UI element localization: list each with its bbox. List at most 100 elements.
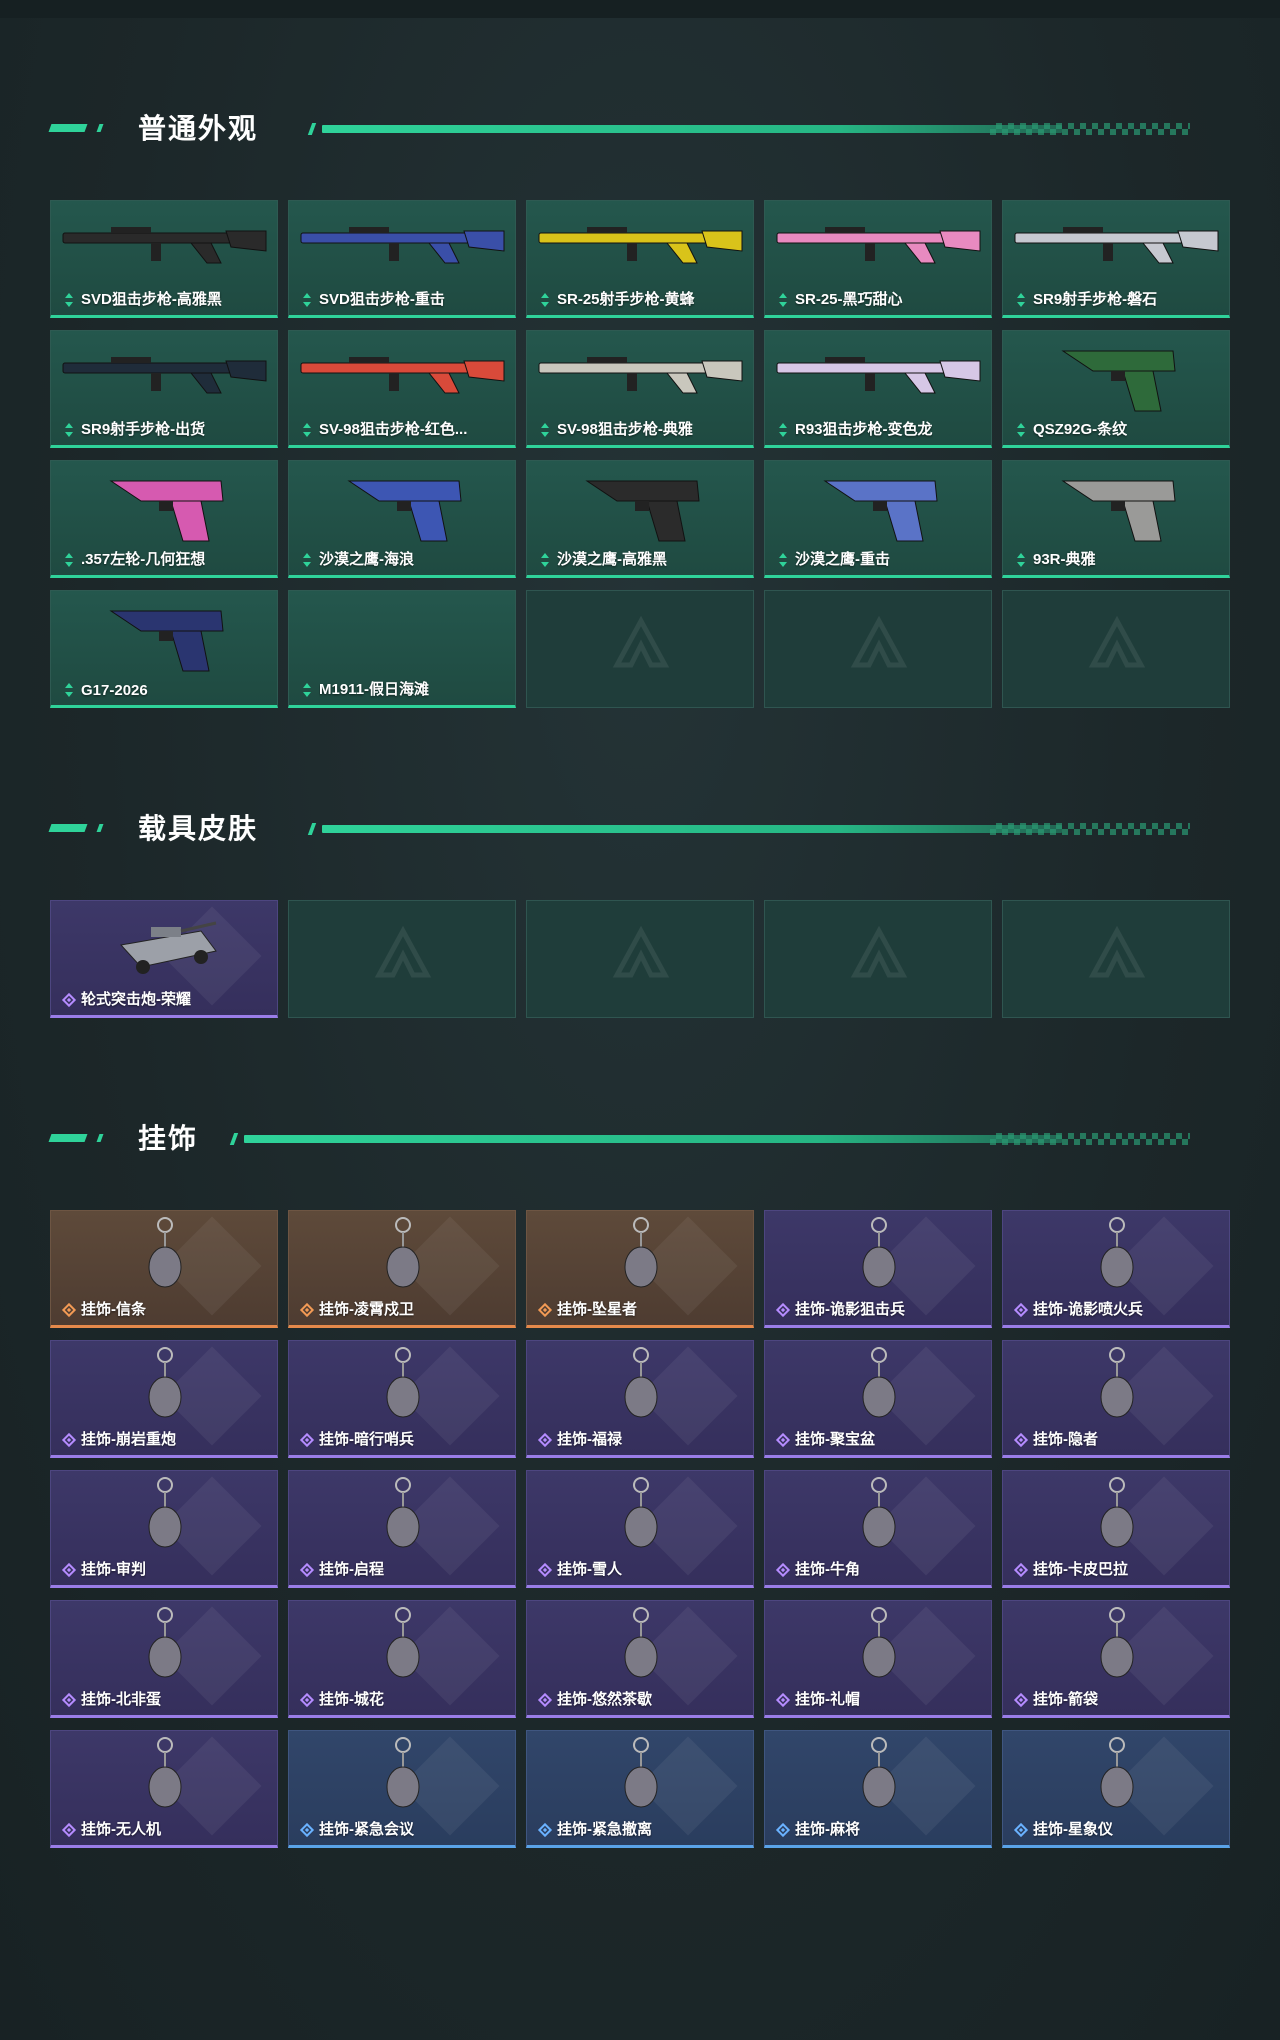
charm-image bbox=[624, 1737, 658, 1808]
charm-image bbox=[862, 1477, 896, 1548]
rarity-diamond-icon bbox=[537, 1302, 553, 1318]
rarity-diamond-icon bbox=[775, 1822, 791, 1838]
item-card[interactable]: 挂饰-坠星者 bbox=[526, 1210, 754, 1328]
item-card[interactable]: G17-2026 bbox=[50, 590, 278, 708]
header-accent bbox=[48, 824, 88, 832]
rarity-diamond-icon bbox=[1013, 1302, 1029, 1318]
item-name: SR9射手步枪-出货 bbox=[81, 421, 206, 438]
rarity-diamond-icon bbox=[61, 992, 77, 1008]
rarity-diamond-icon bbox=[1013, 1692, 1029, 1708]
rarity-diamond-icon bbox=[775, 1562, 791, 1578]
item-card[interactable]: SR-25射手步枪-黄蜂 bbox=[526, 200, 754, 318]
rarity-diamond-icon bbox=[299, 1692, 315, 1708]
rarity-arrow-icon bbox=[65, 553, 73, 567]
item-card[interactable]: SR9射手步枪-磐石 bbox=[1002, 200, 1230, 318]
item-card[interactable]: SR9射手步枪-出货 bbox=[50, 330, 278, 448]
item-card[interactable]: QSZ92G-条纹 bbox=[1002, 330, 1230, 448]
item-card[interactable]: 挂饰-诡影喷火兵 bbox=[1002, 1210, 1230, 1328]
item-card[interactable]: 挂饰-福禄 bbox=[526, 1340, 754, 1458]
weapon-skin-image bbox=[776, 357, 981, 394]
item-card[interactable]: 挂饰-雪人 bbox=[526, 1470, 754, 1588]
item-card[interactable]: SV-98狙击步枪-红色... bbox=[288, 330, 516, 448]
item-card[interactable]: R93狙击步枪-变色龙 bbox=[764, 330, 992, 448]
weapon-skin-image bbox=[109, 610, 224, 672]
charm-image bbox=[1100, 1217, 1134, 1288]
item-name: 挂饰-信条 bbox=[81, 1301, 146, 1318]
charm-image bbox=[148, 1347, 182, 1418]
item-card[interactable]: 挂饰-城花 bbox=[288, 1600, 516, 1718]
item-card[interactable]: 挂饰-暗行哨兵 bbox=[288, 1340, 516, 1458]
top-bar bbox=[0, 0, 1280, 18]
item-name: SV-98狙击步枪-典雅 bbox=[557, 421, 693, 438]
item-card[interactable]: 挂饰-紧急会议 bbox=[288, 1730, 516, 1848]
item-card[interactable]: 轮式突击炮-荣耀 bbox=[50, 900, 278, 1018]
rarity-diamond-icon bbox=[299, 1432, 315, 1448]
item-card[interactable]: 挂饰-卡皮巴拉 bbox=[1002, 1470, 1230, 1588]
item-name: 挂饰-隐者 bbox=[1033, 1431, 1098, 1448]
item-name: SVD狙击步枪-重击 bbox=[319, 291, 445, 308]
item-name: 挂饰-凌霄戍卫 bbox=[319, 1301, 414, 1318]
item-card[interactable]: 挂饰-信条 bbox=[50, 1210, 278, 1328]
item-card[interactable]: SV-98狙击步枪-典雅 bbox=[526, 330, 754, 448]
weapon-skin-image bbox=[289, 591, 516, 681]
item-name: 挂饰-坠星者 bbox=[557, 1301, 637, 1318]
item-name: 挂饰-聚宝盆 bbox=[795, 1431, 875, 1448]
item-card[interactable]: 挂饰-星象仪 bbox=[1002, 1730, 1230, 1848]
item-name: G17-2026 bbox=[81, 682, 148, 699]
item-name: SR-25射手步枪-黄蜂 bbox=[557, 291, 695, 308]
item-name: 挂饰-崩岩重炮 bbox=[81, 1431, 176, 1448]
rarity-arrow-icon bbox=[541, 553, 549, 567]
item-name: SVD狙击步枪-高雅黑 bbox=[81, 291, 222, 308]
placeholder-logo-icon bbox=[1088, 925, 1146, 978]
item-card[interactable]: 挂饰-牛角 bbox=[764, 1470, 992, 1588]
weapon-skin-image bbox=[109, 480, 224, 542]
item-card[interactable]: 挂饰-礼帽 bbox=[764, 1600, 992, 1718]
item-card[interactable]: 沙漠之鹰-重击 bbox=[764, 460, 992, 578]
rarity-diamond-icon bbox=[299, 1822, 315, 1838]
item-card[interactable]: 挂饰-隐者 bbox=[1002, 1340, 1230, 1458]
item-card[interactable]: 挂饰-无人机 bbox=[50, 1730, 278, 1848]
item-card[interactable]: 挂饰-诡影狙击兵 bbox=[764, 1210, 992, 1328]
header-accent bbox=[48, 1134, 88, 1142]
item-card[interactable]: M1911-假日海滩 bbox=[288, 590, 516, 708]
charm-image bbox=[1100, 1347, 1134, 1418]
item-card[interactable]: 挂饰-审判 bbox=[50, 1470, 278, 1588]
empty-slot bbox=[1002, 590, 1230, 708]
item-card[interactable]: SR-25-黑巧甜心 bbox=[764, 200, 992, 318]
rarity-arrow-icon bbox=[1017, 293, 1025, 307]
item-card[interactable]: 挂饰-聚宝盆 bbox=[764, 1340, 992, 1458]
header-accent bbox=[48, 124, 88, 132]
item-card[interactable]: 挂饰-紧急撤离 bbox=[526, 1730, 754, 1848]
header-line bbox=[322, 825, 1062, 833]
item-card[interactable]: 沙漠之鹰-高雅黑 bbox=[526, 460, 754, 578]
item-card[interactable]: 挂饰-悠然茶歇 bbox=[526, 1600, 754, 1718]
item-name: 挂饰-城花 bbox=[319, 1691, 384, 1708]
item-card[interactable]: 沙漠之鹰-海浪 bbox=[288, 460, 516, 578]
item-card[interactable]: .357左轮-几何狂想 bbox=[50, 460, 278, 578]
item-card[interactable]: SVD狙击步枪-高雅黑 bbox=[50, 200, 278, 318]
rarity-arrow-icon bbox=[779, 423, 787, 437]
empty-slot bbox=[764, 590, 992, 708]
charm-image bbox=[386, 1217, 420, 1288]
empty-slot bbox=[526, 590, 754, 708]
item-card[interactable]: 挂饰-启程 bbox=[288, 1470, 516, 1588]
item-card[interactable]: 挂饰-箭袋 bbox=[1002, 1600, 1230, 1718]
rarity-arrow-icon bbox=[1017, 423, 1025, 437]
header-line bbox=[322, 125, 1062, 133]
rarity-diamond-icon bbox=[61, 1302, 77, 1318]
item-card[interactable]: SVD狙击步枪-重击 bbox=[288, 200, 516, 318]
rarity-diamond-icon bbox=[537, 1432, 553, 1448]
weapon-skin-image bbox=[347, 480, 462, 542]
rarity-diamond-icon bbox=[775, 1692, 791, 1708]
item-name: 挂饰-紧急撤离 bbox=[557, 1821, 652, 1838]
empty-slot bbox=[764, 900, 992, 1018]
item-name: 挂饰-牛角 bbox=[795, 1561, 860, 1578]
charm-image bbox=[624, 1217, 658, 1288]
charm-image bbox=[862, 1737, 896, 1808]
item-card[interactable]: 挂饰-麻将 bbox=[764, 1730, 992, 1848]
item-card[interactable]: 93R-典雅 bbox=[1002, 460, 1230, 578]
charm-image bbox=[1100, 1737, 1134, 1808]
item-card[interactable]: 挂饰-崩岩重炮 bbox=[50, 1340, 278, 1458]
item-card[interactable]: 挂饰-凌霄戍卫 bbox=[288, 1210, 516, 1328]
item-card[interactable]: 挂饰-北非蛋 bbox=[50, 1600, 278, 1718]
